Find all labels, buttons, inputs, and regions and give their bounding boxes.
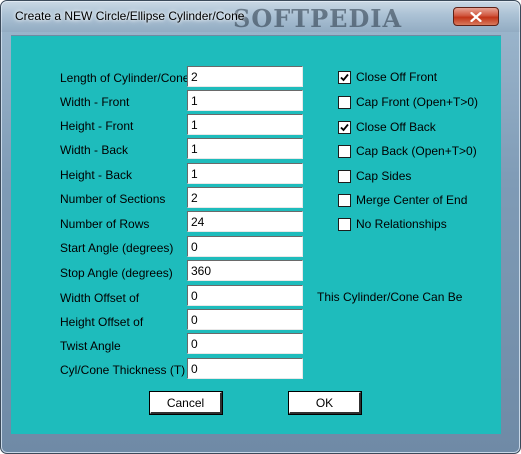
number-of-sections-input[interactable] (187, 187, 303, 208)
label-twist-angle: Twist Angle (60, 339, 121, 353)
width-front-input[interactable] (187, 90, 303, 111)
option-cap-sides[interactable]: Cap Sides (338, 169, 411, 183)
height-offset-input[interactable] (187, 309, 303, 330)
thickness-input[interactable] (187, 358, 303, 379)
window-title: Create a NEW Circle/Ellipse Cylinder/Con… (15, 9, 245, 23)
merge-center-label: Merge Center of End (356, 193, 468, 207)
merge-center-checkbox[interactable] (338, 193, 351, 207)
label-width-offset: Width Offset of (60, 291, 140, 305)
dialog-client-area: Length of Cylinder/Cone Width - Front He… (11, 35, 501, 434)
width-back-input[interactable] (187, 138, 303, 159)
label-height-front: Height - Front (60, 119, 134, 133)
cap-front-checkbox[interactable] (338, 95, 351, 109)
checkmark-icon (340, 123, 349, 131)
label-length: Length of Cylinder/Cone (60, 71, 190, 85)
title-bar[interactable]: SOFTPEDIA Create a NEW Circle/Ellipse Cy… (1, 1, 520, 33)
label-start-angle: Start Angle (degrees) (60, 241, 174, 255)
cap-front-label: Cap Front (Open+T>0) (356, 95, 479, 109)
close-icon (470, 11, 482, 22)
label-number-of-rows: Number of Rows (60, 217, 150, 231)
option-close-off-front[interactable]: Close Off Front (338, 70, 437, 84)
ok-button[interactable]: OK (289, 392, 361, 414)
width-offset-input[interactable] (187, 285, 303, 306)
close-off-front-label: Close Off Front (356, 70, 438, 84)
label-height-back: Height - Back (60, 168, 133, 182)
close-button[interactable] (453, 7, 499, 26)
label-width-back: Width - Back (60, 143, 129, 157)
start-angle-input[interactable] (187, 236, 303, 257)
option-no-relationships[interactable]: No Relationships (338, 217, 447, 231)
checkmark-icon (340, 73, 349, 81)
cap-sides-label: Cap Sides (356, 169, 412, 183)
height-back-input[interactable] (187, 163, 303, 184)
label-stop-angle: Stop Angle (degrees) (60, 266, 173, 280)
option-cap-front[interactable]: Cap Front (Open+T>0) (338, 95, 478, 109)
cap-back-checkbox[interactable] (338, 144, 351, 158)
option-cap-back[interactable]: Cap Back (Open+T>0) (338, 144, 477, 158)
stop-angle-input[interactable] (187, 260, 303, 281)
label-number-of-sections: Number of Sections (60, 192, 166, 206)
height-front-input[interactable] (187, 114, 303, 135)
option-close-off-back[interactable]: Close Off Back (338, 120, 436, 134)
cap-sides-checkbox[interactable] (338, 169, 351, 183)
close-off-back-label: Close Off Back (356, 120, 436, 134)
cancel-button[interactable]: Cancel (150, 392, 222, 414)
no-relationships-label: No Relationships (356, 217, 447, 231)
label-width-front: Width - Front (60, 95, 130, 109)
label-thickness: Cyl/Cone Thickness (T) (60, 363, 186, 377)
close-off-front-checkbox[interactable] (338, 70, 351, 84)
cap-back-label: Cap Back (Open+T>0) (356, 144, 477, 158)
info-text: This Cylinder/Cone Can Be (317, 290, 463, 304)
number-of-rows-input[interactable] (187, 211, 303, 232)
close-off-back-checkbox[interactable] (338, 120, 351, 134)
label-height-offset: Height Offset of (60, 315, 144, 329)
option-merge-center[interactable]: Merge Center of End (338, 193, 467, 207)
no-relationships-checkbox[interactable] (338, 217, 351, 231)
dialog-window: SOFTPEDIA Create a NEW Circle/Ellipse Cy… (0, 0, 521, 454)
twist-angle-input[interactable] (187, 333, 303, 354)
length-input[interactable] (187, 66, 303, 87)
watermark: SOFTPEDIA (233, 4, 403, 33)
